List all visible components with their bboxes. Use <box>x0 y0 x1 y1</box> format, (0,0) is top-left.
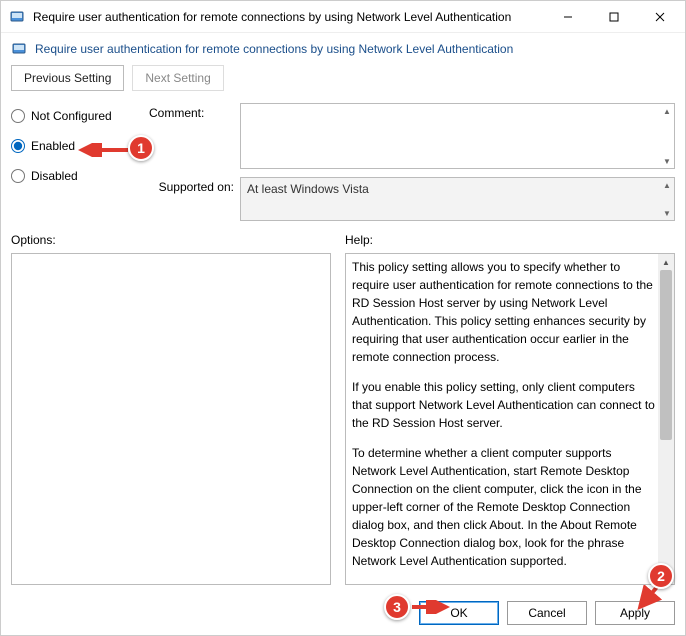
scroll-up-icon[interactable]: ▲ <box>660 178 674 192</box>
maximize-button[interactable] <box>591 1 637 33</box>
dialog-footer: OK Cancel Apply <box>1 591 685 635</box>
help-p1: This policy setting allows you to specif… <box>352 258 656 366</box>
radio-not-configured-label: Not Configured <box>31 109 112 123</box>
apply-button[interactable]: Apply <box>595 601 675 625</box>
policy-icon <box>11 41 27 57</box>
cancel-button[interactable]: Cancel <box>507 601 587 625</box>
comment-scrollbar[interactable]: ▲ ▼ <box>660 104 674 168</box>
help-text: This policy setting allows you to specif… <box>352 258 656 580</box>
ok-button[interactable]: OK <box>419 601 499 625</box>
options-box[interactable] <box>11 253 331 585</box>
previous-setting-button[interactable]: Previous Setting <box>11 65 124 91</box>
setting-nav: Previous Setting Next Setting <box>1 65 685 99</box>
help-p2: If you enable this policy setting, only … <box>352 378 656 432</box>
supported-scrollbar[interactable]: ▲ ▼ <box>660 178 674 220</box>
scroll-track[interactable] <box>658 270 674 568</box>
scroll-down-icon[interactable]: ▼ <box>660 154 674 168</box>
next-setting-button[interactable]: Next Setting <box>132 65 223 91</box>
scroll-up-icon[interactable]: ▲ <box>660 104 674 118</box>
radio-enabled-input[interactable] <box>11 139 25 153</box>
policy-title: Require user authentication for remote c… <box>35 42 513 56</box>
options-label: Options: <box>11 231 331 249</box>
supported-value: At least Windows Vista <box>247 182 369 196</box>
help-p3: To determine whether a client computer s… <box>352 444 656 570</box>
annotation-2: 2 <box>648 563 674 589</box>
comment-textarea[interactable]: ▲ ▼ <box>240 103 675 169</box>
options-panel: Options: <box>11 231 331 585</box>
config-row: Not Configured Enabled Disabled Comment:… <box>1 99 685 231</box>
help-label: Help: <box>345 231 675 249</box>
help-panel: Help: This policy setting allows you to … <box>345 231 675 585</box>
supported-box: At least Windows Vista ▲ ▼ <box>240 177 675 221</box>
help-scrollbar[interactable]: ▲ ▼ <box>658 254 674 584</box>
scroll-up-icon[interactable]: ▲ <box>658 254 674 270</box>
lower-panels: Options: Help: This policy setting allow… <box>1 231 685 591</box>
scroll-down-icon[interactable]: ▼ <box>660 206 674 220</box>
radio-disabled-label: Disabled <box>31 169 78 183</box>
titlebar: Require user authentication for remote c… <box>1 1 685 33</box>
policy-header: Require user authentication for remote c… <box>1 33 685 65</box>
radio-enabled-label: Enabled <box>31 139 75 153</box>
scroll-thumb[interactable] <box>660 270 672 440</box>
radio-disabled-input[interactable] <box>11 169 25 183</box>
supported-label: Supported on: <box>149 177 234 194</box>
window-buttons <box>545 1 683 33</box>
app-icon <box>9 9 25 25</box>
window-title: Require user authentication for remote c… <box>33 10 545 24</box>
comment-label: Comment: <box>149 103 234 120</box>
radio-not-configured-input[interactable] <box>11 109 25 123</box>
comment-row: Comment: ▲ ▼ <box>149 103 675 169</box>
close-button[interactable] <box>637 1 683 33</box>
supported-row: Supported on: At least Windows Vista ▲ ▼ <box>149 177 675 221</box>
annotation-3: 3 <box>384 594 410 620</box>
dialog-window: Require user authentication for remote c… <box>0 0 686 636</box>
help-box: This policy setting allows you to specif… <box>345 253 675 585</box>
minimize-button[interactable] <box>545 1 591 33</box>
annotation-1: 1 <box>128 135 154 161</box>
